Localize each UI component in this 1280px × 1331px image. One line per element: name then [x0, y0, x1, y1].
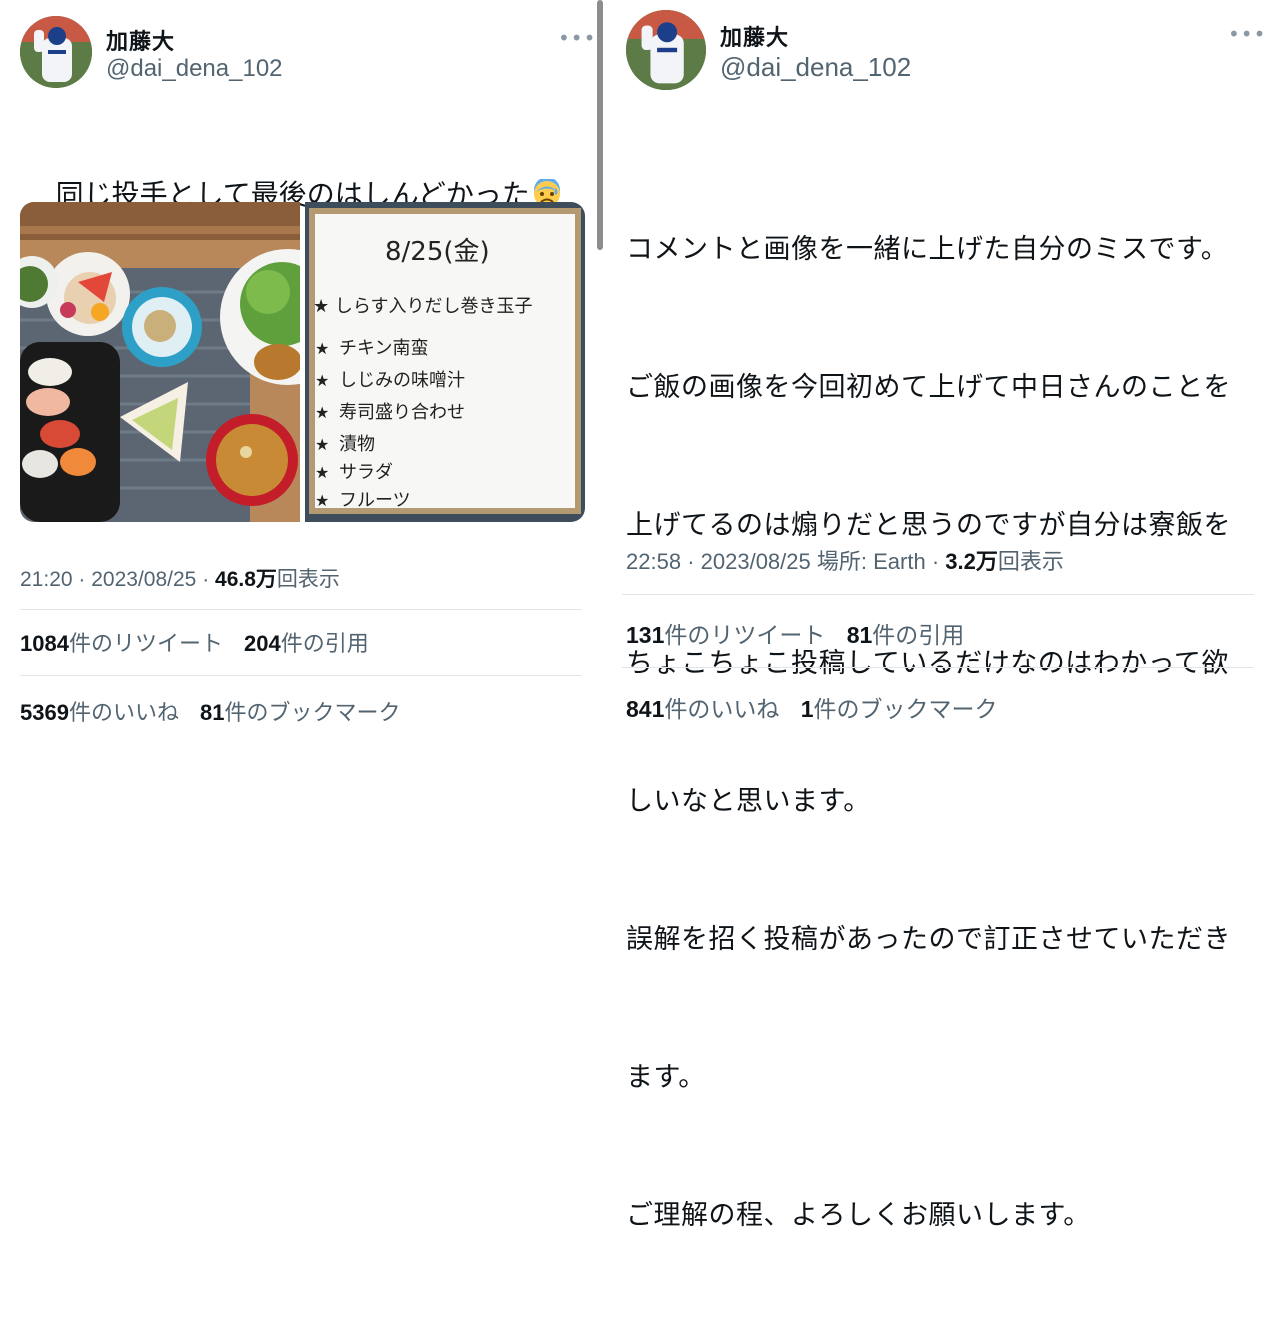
meta-separator: · — [687, 549, 695, 574]
tweet-text-line: ご理解の程、よろしくお願いします。 — [626, 1200, 1091, 1231]
stats-row-likes: 5369件のいいね 81件のブックマーク — [20, 695, 414, 727]
retweet-label: 件のリツイート — [664, 623, 826, 649]
tweet-date[interactable]: 2023/08/25 — [701, 549, 811, 574]
bookmark-label: 件のブックマーク — [224, 701, 401, 726]
tweet-text: コメントと画像を一緒に上げた自分のミスです。 ご飯の画像を今回初めて上げて中日さ… — [626, 135, 1231, 1331]
scrollbar[interactable] — [597, 0, 603, 250]
stats-row-likes: 841件のいいね 1件のブックマーク — [626, 690, 1011, 724]
like-count: 841 — [626, 696, 665, 722]
avatar[interactable] — [626, 10, 706, 90]
menu-item: 寿司盛り合わせ — [339, 402, 465, 423]
likes-stat[interactable]: 841件のいいね — [626, 696, 780, 723]
svg-text:★: ★ — [315, 435, 329, 454]
like-count: 5369 — [20, 700, 69, 725]
svg-text:★: ★ — [315, 403, 329, 422]
stats-row-retweets: 1084件のリツイート 204件の引用 — [20, 626, 383, 658]
divider — [20, 609, 582, 610]
meta-separator: · — [78, 568, 86, 591]
menu-item: フルーツ — [339, 490, 411, 511]
tweet-text-line: 上げてるのは煽りだと思うのですが自分は寮飯を — [626, 510, 1231, 541]
quote-label: 件の引用 — [872, 623, 965, 649]
tweet-time[interactable]: 21:20 — [20, 568, 73, 591]
bookmark-count: 81 — [199, 700, 225, 725]
svg-text:★: ★ — [315, 491, 329, 510]
menu-item: サラダ — [339, 462, 393, 483]
tweet-image-food[interactable] — [20, 202, 300, 522]
quotes-stat[interactable]: 204件の引用 — [243, 631, 369, 657]
tweet-image-whiteboard[interactable]: 8/25(金) ★ しらす入りだし巻き玉子 チキン南蛮 しじみの味噌汁 寿司盛り… — [305, 202, 585, 522]
tweet-text-line: 誤解を招く投稿があったので訂正させていただき — [626, 924, 1231, 955]
retweets-stat[interactable]: 131件のリツイート — [626, 622, 826, 649]
quote-count: 204 — [243, 631, 281, 656]
tweet-text-line: ます。 — [626, 1062, 706, 1093]
divider — [622, 594, 1254, 595]
tweet-meta: 21:20 · 2023/08/25 · 46.8万回表示 — [20, 563, 340, 593]
more-options-icon[interactable]: ••• — [1228, 22, 1266, 46]
menu-item: ★ しらす入りだし巻き玉子 — [313, 296, 533, 317]
divider — [622, 667, 1254, 668]
user-handle[interactable]: @dai_dena_102 — [720, 52, 911, 83]
retweet-label: 件のリツイート — [68, 632, 223, 657]
tweet-time[interactable]: 22:58 — [626, 549, 681, 574]
bookmarks-stat[interactable]: 1件のブックマーク — [800, 696, 998, 723]
svg-text:★: ★ — [315, 463, 329, 482]
quote-label: 件の引用 — [280, 632, 369, 657]
stats-row-retweets: 131件のリツイート 81件の引用 — [626, 616, 978, 650]
svg-text:★: ★ — [315, 371, 329, 390]
tweet-text-line: ご飯の画像を今回初めて上げて中日さんのことを — [626, 372, 1231, 403]
quotes-stat[interactable]: 81件の引用 — [846, 622, 965, 649]
menu-item: 漬物 — [339, 434, 375, 455]
tweet-right: 加藤大 @dai_dena_102 ••• コメントと画像を一緒に上げた自分のミ… — [606, 0, 1280, 1231]
user-handle[interactable]: @dai_dena_102 — [106, 55, 283, 83]
tweet-left: 加藤大 @dai_dena_102 ••• 同じ投手として最後のはしんどかった — [0, 0, 600, 740]
svg-text:★: ★ — [315, 339, 329, 358]
display-name[interactable]: 加藤大 — [106, 24, 175, 56]
whiteboard-date: 8/25(金) — [385, 237, 490, 267]
tweet-date[interactable]: 2023/08/25 — [91, 568, 196, 591]
quote-count: 81 — [846, 622, 873, 648]
like-label: 件のいいね — [664, 697, 780, 723]
tweet-text-line: コメントと画像を一緒に上げた自分のミスです。 — [626, 234, 1229, 265]
bookmark-count: 1 — [800, 696, 814, 722]
retweets-stat[interactable]: 1084件のリツイート — [20, 631, 223, 657]
more-options-icon[interactable]: ••• — [558, 26, 596, 50]
menu-item: チキン南蛮 — [339, 338, 428, 359]
like-label: 件のいいね — [68, 701, 179, 726]
view-label: 回表示 — [997, 549, 1064, 574]
view-count: 3.2万 — [945, 549, 998, 574]
retweet-count: 1084 — [20, 631, 69, 656]
bookmarks-stat[interactable]: 81件のブックマーク — [199, 700, 401, 726]
tweet-meta: 22:58 · 2023/08/25 場所: Earth · 3.2万回表示 — [626, 544, 1064, 576]
divider — [20, 675, 582, 676]
view-label: 回表示 — [276, 568, 340, 591]
view-count: 46.8万 — [215, 568, 277, 591]
tweet-location[interactable]: 場所: Earth — [817, 549, 926, 574]
meta-separator: · — [202, 568, 210, 591]
bookmark-label: 件のブックマーク — [813, 697, 998, 723]
menu-item: しじみの味噌汁 — [339, 370, 465, 391]
tweet-text-line: しいなと思います。 — [626, 786, 871, 817]
retweet-count: 131 — [626, 622, 665, 648]
avatar[interactable] — [20, 16, 92, 88]
display-name[interactable]: 加藤大 — [720, 20, 789, 52]
meta-separator: · — [931, 549, 940, 574]
likes-stat[interactable]: 5369件のいいね — [20, 700, 179, 726]
